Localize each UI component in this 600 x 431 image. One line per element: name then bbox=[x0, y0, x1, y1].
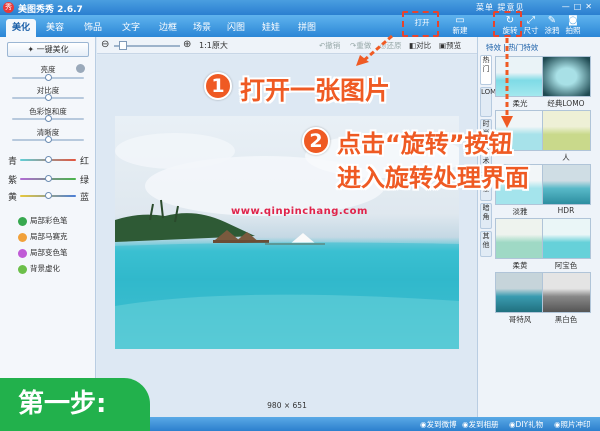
close-icon[interactable]: ✕ bbox=[585, 2, 596, 11]
saturation-knob[interactable] bbox=[45, 115, 52, 122]
effect-hdr[interactable] bbox=[542, 164, 591, 205]
effect-portrait-label: 人 bbox=[562, 153, 570, 162]
new-button[interactable]: ▭ 新建 bbox=[449, 16, 471, 37]
open-highlight-box bbox=[402, 11, 439, 37]
app-title: 美图秀秀 2.6.7 bbox=[18, 5, 83, 15]
effect-bw-label: 黑白色 bbox=[554, 315, 578, 324]
maximize-icon[interactable]: □ bbox=[574, 2, 586, 11]
effect-bw[interactable] bbox=[542, 272, 591, 313]
camera-icon: ◙ bbox=[568, 15, 578, 26]
effect-soft-light-label: 柔光 bbox=[512, 99, 528, 108]
effect-abao-label: 阿宝色 bbox=[554, 261, 578, 270]
color-pen-icon bbox=[18, 216, 27, 226]
mosaic-icon bbox=[18, 232, 27, 242]
watermark-text: www.qinpinchang.com bbox=[231, 206, 368, 217]
red-label: 红 bbox=[80, 157, 90, 167]
effect-abao[interactable] bbox=[542, 218, 591, 259]
step1-number-badge: 1 bbox=[204, 72, 232, 100]
undo-button[interactable]: ↶撤销 bbox=[319, 40, 340, 51]
share-weibo-button[interactable]: ◉发到微博 bbox=[420, 419, 457, 430]
green-label: 绿 bbox=[80, 176, 90, 186]
camera-button[interactable]: ◙ 拍照 bbox=[562, 16, 584, 37]
zoom-icon[interactable]: ⊖ bbox=[101, 39, 109, 50]
effect-soft-light[interactable] bbox=[495, 56, 544, 97]
tab-text[interactable]: 文字 bbox=[116, 19, 146, 37]
step2-instruction-line2: 进入旋转处理界面 bbox=[337, 164, 529, 192]
restore-button[interactable]: ◎还原 bbox=[380, 40, 402, 51]
sharpness-knob[interactable] bbox=[45, 136, 52, 143]
effect-gothic[interactable] bbox=[495, 272, 544, 313]
redo-button[interactable]: ↷重做 bbox=[350, 40, 371, 51]
compare-button[interactable]: ◧对比 bbox=[409, 40, 431, 51]
effect-classic-lomo-label: 经典LOMO bbox=[547, 99, 585, 108]
yellow-label: 黄 bbox=[8, 193, 18, 203]
purple-green-knob[interactable] bbox=[45, 175, 52, 182]
tab-beautify[interactable]: 美化 bbox=[6, 19, 36, 37]
photo-print-button[interactable]: ◉照片冲印 bbox=[554, 419, 591, 430]
tab-vignette[interactable]: 暗角 bbox=[480, 203, 492, 229]
tab-lomo[interactable]: LOMO bbox=[480, 87, 502, 117]
effect-warm[interactable] bbox=[542, 110, 591, 151]
new-file-icon: ▭ bbox=[455, 15, 465, 26]
effect-hdr-label: HDR bbox=[557, 206, 575, 215]
resize-button[interactable]: ⤢ 尺寸 bbox=[520, 16, 542, 37]
background-blur[interactable]: 背景虚化 bbox=[18, 263, 60, 274]
canvas-toolbar: ⊖ ⊕ 1:1原大 ↶撤销 ↷重做 ◎还原 ◧对比 ▣预览 bbox=[97, 37, 477, 54]
purple-label: 紫 bbox=[8, 176, 18, 186]
cyan-red-knob[interactable] bbox=[45, 156, 52, 163]
tab-hot[interactable]: 热门 bbox=[480, 55, 492, 85]
zoom-knob[interactable] bbox=[119, 41, 127, 50]
share-album-button[interactable]: ◉发到相册 bbox=[462, 419, 499, 430]
minimize-icon[interactable]: — bbox=[562, 2, 574, 11]
preview-button[interactable]: ▣预览 bbox=[439, 40, 461, 51]
image-dimensions: 980 × 651 bbox=[267, 401, 307, 410]
yellow-blue-knob[interactable] bbox=[45, 192, 52, 199]
step1-instruction: 打开一张图片 bbox=[240, 76, 391, 105]
effects-header[interactable]: 特效 | 热门特效 bbox=[486, 42, 538, 53]
step2-number-badge: 2 bbox=[302, 127, 330, 155]
app-logo-icon: 秀 bbox=[3, 2, 14, 13]
step-badge: 第一步: bbox=[0, 378, 150, 431]
doodle-button[interactable]: ✎ 涂鸦 bbox=[541, 16, 563, 37]
zoom-actual-size[interactable]: 1:1原大 bbox=[199, 40, 228, 51]
reset-icon[interactable] bbox=[76, 64, 85, 73]
effect-classic-lomo[interactable] bbox=[542, 56, 591, 97]
tab-other[interactable]: 其他 bbox=[480, 231, 492, 257]
local-color-pen[interactable]: 局部彩色笔 bbox=[18, 215, 68, 226]
zoom-in-icon[interactable]: ⊕ bbox=[183, 39, 191, 50]
local-recolor-pen[interactable]: 局部变色笔 bbox=[18, 247, 68, 258]
window-controls[interactable]: —□✕ bbox=[562, 2, 596, 11]
effect-soft-yellow-label: 柔黄 bbox=[512, 261, 528, 270]
tab-flash[interactable]: 闪图 bbox=[221, 19, 251, 37]
tab-frame[interactable]: 边框 bbox=[153, 19, 183, 37]
resize-icon: ⤢ bbox=[527, 15, 535, 26]
wand-icon: ✦ bbox=[27, 45, 37, 54]
effects-panel: 特效 | 热门特效 热门 LOMO 时尚 艺术 影楼 暗角 其他 柔光 经典LO… bbox=[477, 37, 600, 417]
rotate-highlight-box bbox=[493, 11, 522, 37]
adjust-panel: ✦ 一键美化 亮度 对比度 色彩饱和度 清晰度 青 红 紫 绿 黄 蓝 局部彩色… bbox=[0, 37, 96, 417]
cyan-label: 青 bbox=[8, 157, 18, 167]
tab-makeup[interactable]: 美容 bbox=[40, 19, 70, 37]
diy-gift-button[interactable]: ◉DIY礼物 bbox=[509, 419, 543, 430]
tab-accessories[interactable]: 饰品 bbox=[78, 19, 108, 37]
auto-beautify-button[interactable]: ✦ 一键美化 bbox=[7, 42, 89, 57]
brightness-knob[interactable] bbox=[45, 74, 52, 81]
canvas-area: www.qinpinchang.com 980 × 651 bbox=[97, 55, 477, 417]
contrast-knob[interactable] bbox=[45, 94, 52, 101]
blur-icon bbox=[18, 264, 27, 274]
tab-scene[interactable]: 场景 bbox=[187, 19, 217, 37]
recolor-pen-icon bbox=[18, 248, 27, 258]
effect-soft-yellow[interactable] bbox=[495, 218, 544, 259]
tab-collage[interactable]: 拼图 bbox=[292, 19, 322, 37]
step2-instruction-line1: 点击“旋转”按钮 bbox=[337, 130, 513, 158]
blue-label: 蓝 bbox=[80, 193, 90, 203]
effect-gothic-label: 哥特风 bbox=[508, 315, 532, 324]
local-mosaic[interactable]: 局部马赛克 bbox=[18, 231, 68, 242]
brush-icon: ✎ bbox=[547, 15, 557, 26]
tab-doll[interactable]: 娃娃 bbox=[256, 19, 286, 37]
effect-elegant-label: 淡雅 bbox=[512, 207, 528, 216]
